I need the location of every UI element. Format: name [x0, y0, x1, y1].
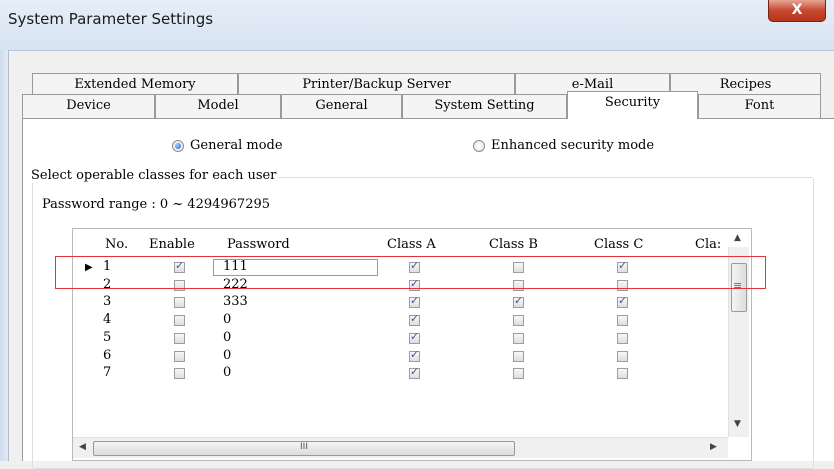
row-number: 7: [103, 365, 112, 381]
col-header-class-c: Class C: [594, 237, 644, 252]
enhanced-mode-option[interactable]: Enhanced security mode: [473, 138, 654, 153]
table-row[interactable]: 70: [73, 365, 723, 382]
table-row[interactable]: 3 333: [73, 294, 723, 311]
col-header-class-b: Class B: [489, 237, 538, 252]
table-row[interactable]: 60: [73, 348, 723, 365]
class-c-checkbox[interactable]: [617, 315, 628, 327]
class-a-checkbox[interactable]: [409, 312, 420, 327]
grid-horizontal-scrollbar[interactable]: ◀ III ▶: [73, 437, 728, 458]
enable-checkbox[interactable]: [174, 332, 185, 344]
general-mode-radio[interactable]: [172, 139, 184, 152]
tab-font[interactable]: Font: [698, 94, 821, 119]
col-header-enable: Enable: [149, 237, 195, 252]
class-c-checkbox[interactable]: [617, 332, 628, 344]
title-bar: System Parameter Settings X: [0, 0, 834, 51]
enable-checkbox[interactable]: [174, 297, 185, 309]
class-b-checkbox[interactable]: [513, 368, 524, 380]
tab-general[interactable]: General: [281, 94, 402, 119]
col-header-class-a: Class A: [387, 237, 436, 252]
scroll-right-arrow-icon[interactable]: ▶: [710, 442, 717, 452]
tab-model[interactable]: Model: [155, 94, 281, 119]
class-b-checkbox[interactable]: [513, 315, 524, 327]
row-number: 6: [103, 347, 112, 363]
class-a-checkbox[interactable]: [409, 330, 420, 344]
tab-security[interactable]: Security: [567, 91, 698, 119]
col-header-password: Password: [227, 237, 290, 252]
general-mode-option[interactable]: General mode: [172, 138, 283, 153]
class-b-checkbox[interactable]: [513, 294, 524, 309]
row-number: 4: [103, 312, 112, 328]
enable-checkbox[interactable]: [174, 315, 185, 327]
password-range-label: Password range : 0 ~ 4294967295: [42, 197, 271, 212]
row-number: 5: [103, 329, 112, 345]
class-a-checkbox[interactable]: [409, 365, 420, 380]
password-cell[interactable]: 0: [223, 312, 231, 327]
class-b-checkbox[interactable]: [513, 332, 524, 344]
scroll-left-arrow-icon[interactable]: ◀: [79, 442, 86, 452]
password-cell[interactable]: 0: [223, 348, 231, 363]
window-frame-left: [0, 50, 9, 461]
tab-extended-memory[interactable]: Extended Memory: [32, 73, 238, 94]
table-row[interactable]: 40: [73, 312, 723, 329]
window-title: System Parameter Settings: [8, 10, 214, 28]
password-cell[interactable]: 0: [223, 365, 231, 380]
enable-checkbox[interactable]: [174, 368, 185, 380]
class-c-checkbox[interactable]: [617, 350, 628, 362]
grid-horizontal-scroll-thumb[interactable]: III: [93, 441, 515, 456]
enhanced-mode-radio[interactable]: [473, 139, 485, 152]
class-b-checkbox[interactable]: [513, 350, 524, 362]
classes-groupbox-legend: Select operable classes for each user: [29, 168, 279, 183]
tab-device[interactable]: Device: [22, 94, 155, 119]
class-a-checkbox[interactable]: [409, 294, 420, 309]
class-c-checkbox[interactable]: [617, 294, 628, 309]
scroll-down-arrow-icon[interactable]: ▼: [734, 419, 741, 429]
scroll-up-arrow-icon[interactable]: ▲: [734, 233, 741, 243]
class-a-checkbox[interactable]: [409, 348, 420, 362]
tab-system-setting[interactable]: System Setting: [402, 94, 567, 119]
password-cell[interactable]: 0: [223, 330, 231, 345]
class-c-checkbox[interactable]: [617, 368, 628, 380]
password-cell[interactable]: 333: [223, 294, 248, 309]
row-number: 3: [103, 294, 112, 310]
tab-printer-backup-server[interactable]: Printer/Backup Server: [238, 73, 515, 94]
table-row[interactable]: 50: [73, 330, 723, 347]
grid-header-row: No. Enable Password Class A Class B Clas…: [73, 229, 751, 258]
selected-row-highlight-box: [55, 256, 766, 289]
enable-checkbox[interactable]: [174, 350, 185, 362]
close-button[interactable]: X: [768, 0, 826, 22]
enhanced-mode-label: Enhanced security mode: [491, 138, 655, 153]
general-mode-label: General mode: [190, 138, 283, 153]
col-header-no: No.: [105, 237, 129, 252]
col-header-class-d: Cla:: [695, 237, 722, 252]
